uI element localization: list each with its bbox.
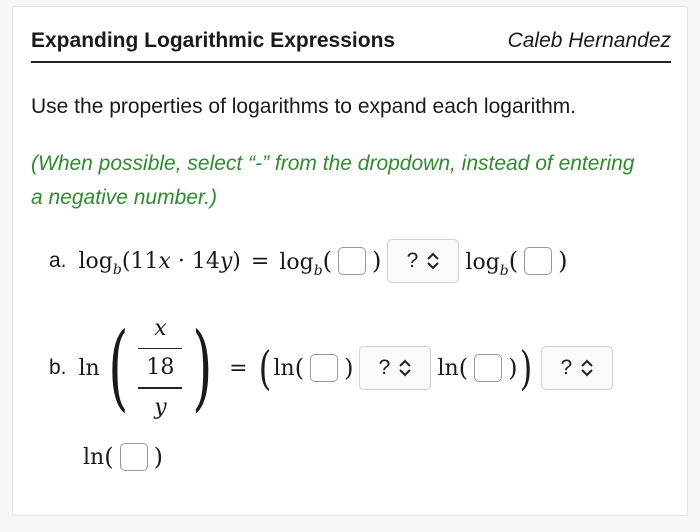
instructions: Use the properties of logarithms to expa… — [31, 95, 577, 118]
ln-text: ln — [437, 355, 459, 381]
part-b-label: b. — [49, 356, 67, 379]
frac-18: 18 — [146, 355, 175, 380]
log-term-2: logb( — [465, 247, 519, 279]
close-paren: ) — [344, 354, 354, 382]
equals-sign: = — [229, 355, 248, 381]
mid-open-paren: ( — [258, 341, 271, 395]
part-a-label: a. — [49, 249, 67, 272]
var-y: y — [219, 248, 233, 274]
dropdown-placeholder: ? — [560, 356, 573, 379]
log-base: b — [313, 263, 323, 279]
lhs-dot: · 14 — [170, 248, 220, 274]
big-close-paren: ) — [192, 313, 213, 422]
ln-text: ln — [273, 355, 295, 381]
answer-box-a2[interactable] — [524, 247, 553, 275]
lhs-close: ) — [232, 248, 241, 274]
operator-dropdown-b1[interactable]: ? — [359, 346, 432, 390]
open-paren: ( — [458, 354, 469, 382]
ln-text: ln — [78, 355, 100, 381]
chevron-up-down-icon — [399, 359, 412, 377]
log-text: log — [78, 248, 113, 274]
close-paren: ) — [558, 247, 568, 275]
part-b-continuation: ln( ) — [83, 435, 163, 479]
equals-sign: = — [250, 248, 270, 274]
author-name: Caleb Hernandez — [507, 29, 671, 52]
log-text: log — [279, 250, 314, 275]
fraction-bar — [138, 347, 183, 349]
mid-close-paren: ) — [520, 341, 533, 395]
part-a-lhs: logb(11x · 14y) — [78, 248, 241, 278]
chevron-up-down-icon — [427, 252, 439, 270]
operator-dropdown-b2[interactable]: ? — [541, 346, 614, 390]
open-paren: ( — [322, 247, 333, 275]
open-paren: ( — [104, 443, 114, 471]
page-title: Expanding Logarithmic Expressions — [31, 29, 396, 52]
log-base: b — [112, 261, 122, 278]
chevron-up-down-icon — [581, 359, 593, 377]
frac-denominator-y: y — [154, 394, 167, 420]
header: Expanding Logarithmic Expressions Caleb … — [31, 21, 671, 63]
ln-text: ln — [83, 444, 105, 470]
fraction: x 18 y — [138, 314, 183, 423]
open-paren: ( — [294, 354, 305, 382]
close-paren: ) — [372, 247, 382, 275]
operator-dropdown-a[interactable]: ? — [387, 239, 460, 283]
big-open-paren: ( — [107, 313, 129, 422]
open-paren: ( — [508, 247, 519, 275]
close-paren: ) — [153, 443, 163, 471]
log-term-1: logb( — [279, 247, 333, 279]
dropdown-placeholder: ? — [378, 356, 391, 379]
answer-box-b1[interactable] — [310, 354, 339, 382]
dropdown-note: (When possible, select “-” from the drop… — [31, 152, 635, 209]
answer-box-a1[interactable] — [338, 247, 367, 275]
answer-box-b2[interactable] — [474, 354, 503, 382]
part-b-row: b. ln ( x 18 y ) = ( ln( ) ? ln( ) ) ? — [49, 305, 619, 431]
log-text: log — [465, 250, 500, 275]
part-a-row: a. logb(11x · 14y) = logb( ) ? logb( ) — [49, 235, 568, 287]
dropdown-placeholder: ? — [406, 249, 419, 272]
fraction-bar — [138, 387, 183, 389]
problem-card: Expanding Logarithmic Expressions Caleb … — [12, 6, 688, 516]
var-x: x — [158, 248, 171, 274]
close-paren: ) — [508, 354, 518, 382]
lhs-coef: (11 — [121, 248, 159, 274]
frac-numerator-x: x — [154, 315, 167, 341]
log-base: b — [499, 263, 509, 279]
answer-box-b3[interactable] — [119, 443, 148, 471]
